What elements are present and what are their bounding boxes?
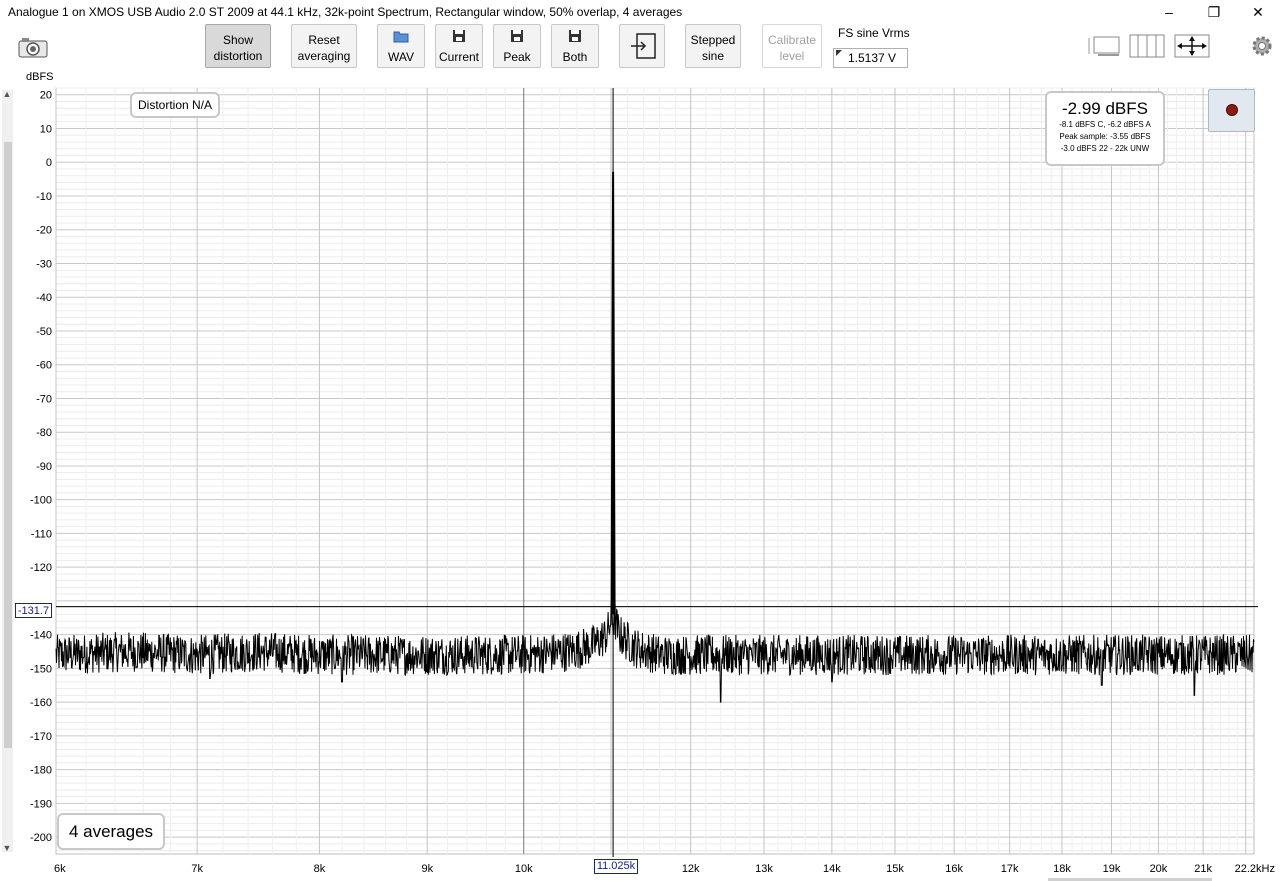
- y-tick-label: -80: [36, 427, 52, 439]
- record-button[interactable]: [1208, 89, 1255, 132]
- x-tick-label: 18k: [1053, 863, 1071, 875]
- x-tick-label: 8k: [314, 863, 326, 875]
- x-tick-label: 12k: [682, 863, 700, 875]
- y-tick-label: -150: [30, 663, 52, 675]
- fs-sine-vrms-input[interactable]: 1.5137 V: [833, 48, 908, 68]
- title-bar: Analogue 1 on XMOS USB Audio 2.0 ST 2009…: [0, 0, 1280, 24]
- peak-label: Peak: [503, 50, 531, 64]
- y-tick-label: -140: [30, 630, 52, 642]
- y-tick-label: -90: [36, 461, 52, 473]
- y-tick-label: -120: [30, 562, 52, 574]
- stepped-sine-label-2: sine: [701, 49, 724, 63]
- y-tick-label: -10: [36, 191, 52, 203]
- y-tick-label: -170: [30, 731, 52, 743]
- fit-view-icon[interactable]: [1174, 34, 1210, 58]
- calibrate-level-button[interactable]: Calibrate level: [762, 24, 822, 68]
- y-tick-label: -40: [36, 292, 52, 304]
- save-peak-button[interactable]: Peak: [493, 24, 541, 68]
- spectrum-chart[interactable]: ▲ ▼ dBFS 20 10 0 -10 -20 -30 -40 -50 -60 -70 -80 -90 -1…: [0, 70, 1280, 881]
- level-main: -2.99 dBFS: [1062, 99, 1148, 118]
- save-current-button[interactable]: Current: [435, 24, 483, 68]
- split-graph-view-icon[interactable]: [1128, 34, 1166, 58]
- cursor-frequency-readout[interactable]: 11.025k: [594, 859, 638, 874]
- y-tick-label: 0: [46, 157, 52, 169]
- fs-sine-vrms-label: FS sine Vrms: [838, 26, 910, 40]
- stepped-sine-label-1: Stepped: [690, 33, 736, 47]
- x-tick-label: 19k: [1103, 863, 1121, 875]
- wav-label: WAV: [388, 50, 414, 64]
- level-line-2: Peak sample: -3.55 dBFS: [1059, 132, 1151, 141]
- show-distortion-label-1: Show: [222, 33, 254, 47]
- x-tick-label: 7k: [191, 863, 203, 875]
- show-distortion-label-2: distortion: [213, 49, 263, 63]
- y-tick-label: 10: [40, 123, 52, 135]
- y-tick-label: -200: [30, 832, 52, 844]
- import-button[interactable]: [619, 24, 665, 68]
- reset-averaging-label-1: Reset: [308, 33, 340, 47]
- distortion-badge: Distortion N/A: [130, 92, 220, 118]
- save-icon: [494, 29, 540, 46]
- level-line-1: -8.1 dBFS C, -6.2 dBFS A: [1059, 120, 1151, 129]
- show-distortion-button[interactable]: Show distortion: [205, 24, 271, 68]
- y-axis-label: dBFS: [26, 71, 54, 83]
- level-line-3: -3.0 dBFS 22 - 22k UNW: [1060, 144, 1150, 153]
- x-tick-label: 16k: [945, 863, 963, 875]
- y-tick-label: -180: [30, 765, 52, 777]
- both-label: Both: [562, 50, 588, 64]
- reset-averaging-button[interactable]: Reset averaging: [291, 24, 357, 68]
- save-icon: [436, 29, 482, 46]
- wav-button[interactable]: WAV: [377, 24, 425, 68]
- current-label: Current: [438, 50, 479, 64]
- y-tick-label: -190: [30, 798, 52, 810]
- x-tick-label: 9k: [421, 863, 433, 875]
- minimize-button[interactable]: –: [1146, 0, 1192, 24]
- y-tick-label: -110: [31, 528, 52, 540]
- scroll-up-icon: ▲: [3, 89, 12, 99]
- y-tick-label: -70: [36, 393, 52, 405]
- y-tick-label: -160: [30, 697, 52, 709]
- close-button[interactable]: ✕: [1235, 0, 1280, 24]
- y-tick-label: -100: [30, 495, 52, 507]
- averages-badge: 4 averages: [57, 813, 165, 850]
- cursor-level-readout[interactable]: -131.7: [15, 603, 52, 618]
- folder-icon: [378, 29, 424, 46]
- reset-averaging-label-2: averaging: [297, 49, 351, 63]
- calibrate-label-2: level: [779, 49, 805, 63]
- record-icon: [1226, 104, 1238, 116]
- x-tick-label: 15k: [886, 863, 904, 875]
- y-tick-label: 20: [40, 90, 52, 102]
- single-graph-view-icon[interactable]: [1086, 34, 1122, 58]
- save-both-button[interactable]: Both: [551, 24, 599, 68]
- import-icon: [631, 33, 656, 59]
- stepped-sine-button[interactable]: Stepped sine: [685, 24, 741, 68]
- calibrate-label-1: Calibrate: [767, 33, 817, 47]
- scrollbar-thumb: [4, 142, 12, 748]
- x-tick-label: 21k: [1194, 863, 1212, 875]
- y-tick-label: -20: [36, 225, 52, 237]
- x-tick-label: 14k: [823, 863, 841, 875]
- x-tick-label: 22.2kHz: [1235, 863, 1275, 875]
- y-tick-label: -30: [36, 258, 52, 270]
- level-readout-box: -2.99 dBFS -8.1 dBFS C, -6.2 dBFS A Peak…: [1045, 91, 1165, 166]
- x-tick-label: 17k: [1001, 863, 1019, 875]
- gear-icon[interactable]: [1250, 34, 1274, 58]
- y-tick-label: -60: [36, 360, 52, 372]
- x-tick-label: 10k: [515, 863, 533, 875]
- x-tick-label: 20k: [1150, 863, 1168, 875]
- camera-icon[interactable]: [18, 36, 48, 58]
- save-icon: [552, 29, 598, 46]
- x-tick-label: 13k: [755, 863, 773, 875]
- maximize-button[interactable]: ❐: [1191, 0, 1237, 24]
- scroll-down-icon: ▼: [3, 843, 12, 853]
- x-tick-label: 6k: [54, 863, 66, 875]
- dropdown-corner-icon: [836, 50, 842, 56]
- window-title: Analogue 1 on XMOS USB Audio 2.0 ST 2009…: [8, 5, 683, 19]
- y-tick-label: -50: [36, 326, 52, 338]
